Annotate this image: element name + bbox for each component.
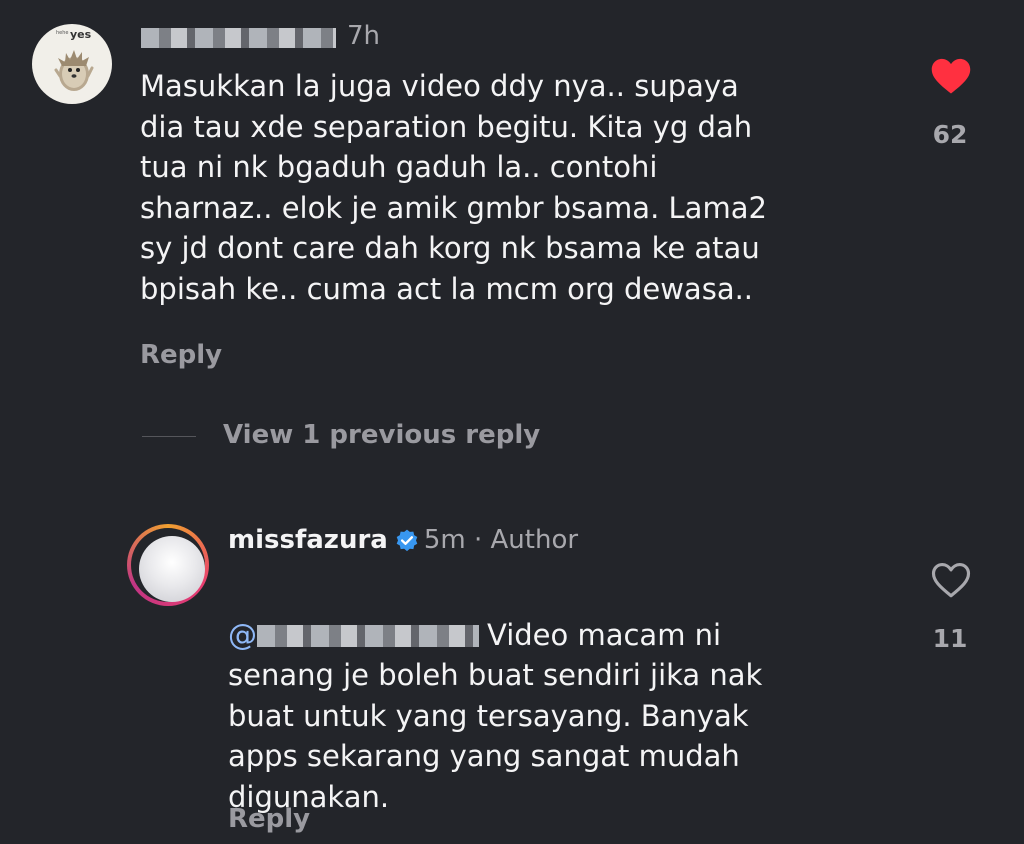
avatar-ring-gap	[131, 528, 205, 602]
comment-time: 7h	[347, 21, 381, 51]
verified-badge-icon	[396, 529, 418, 551]
heart-outline-icon	[931, 563, 971, 598]
meta-separator: ·	[473, 525, 483, 555]
author-avatar	[139, 536, 205, 602]
author-avatar-story-ring[interactable]	[127, 524, 209, 606]
heart-filled-icon	[931, 58, 971, 94]
mention-at-sign[interactable]: @	[228, 618, 257, 652]
commenter-avatar[interactable]: hehe yes	[32, 24, 112, 104]
hedgehog-icon	[54, 50, 94, 91]
author-label: Author	[490, 525, 579, 555]
reply-button[interactable]: Reply	[140, 340, 222, 370]
view-previous-replies-button[interactable]: View 1 previous reply	[223, 420, 540, 450]
avatar-sticker-small-text: hehe	[56, 30, 69, 36]
reply-button[interactable]: Reply	[228, 804, 310, 834]
divider-line	[142, 436, 196, 437]
avatar-sticker-text: yes	[70, 28, 92, 41]
redacted-username	[141, 28, 336, 48]
reply-text-first-line: Video macam ni	[487, 617, 722, 652]
like-button[interactable]	[928, 560, 974, 604]
reply-text: @ Video macam ni senang je boleh buat sen…	[228, 574, 878, 817]
comments-thread: hehe yes 7h Masukkan la juga video ddy n…	[0, 0, 1024, 844]
redacted-mention[interactable]	[257, 624, 479, 647]
comment-text: Masukkan la juga video ddy nya.. supaya …	[140, 69, 767, 306]
like-count: 11	[932, 624, 968, 653]
author-username[interactable]: missfazura	[228, 525, 388, 555]
like-button[interactable]	[928, 56, 974, 100]
like-count: 62	[932, 120, 968, 149]
reply-time: 5m	[423, 525, 466, 555]
author-meta-line: missfazura 5m · Author	[228, 525, 578, 555]
reply-text-body: senang je boleh buat sendiri jika nak bu…	[228, 658, 763, 814]
